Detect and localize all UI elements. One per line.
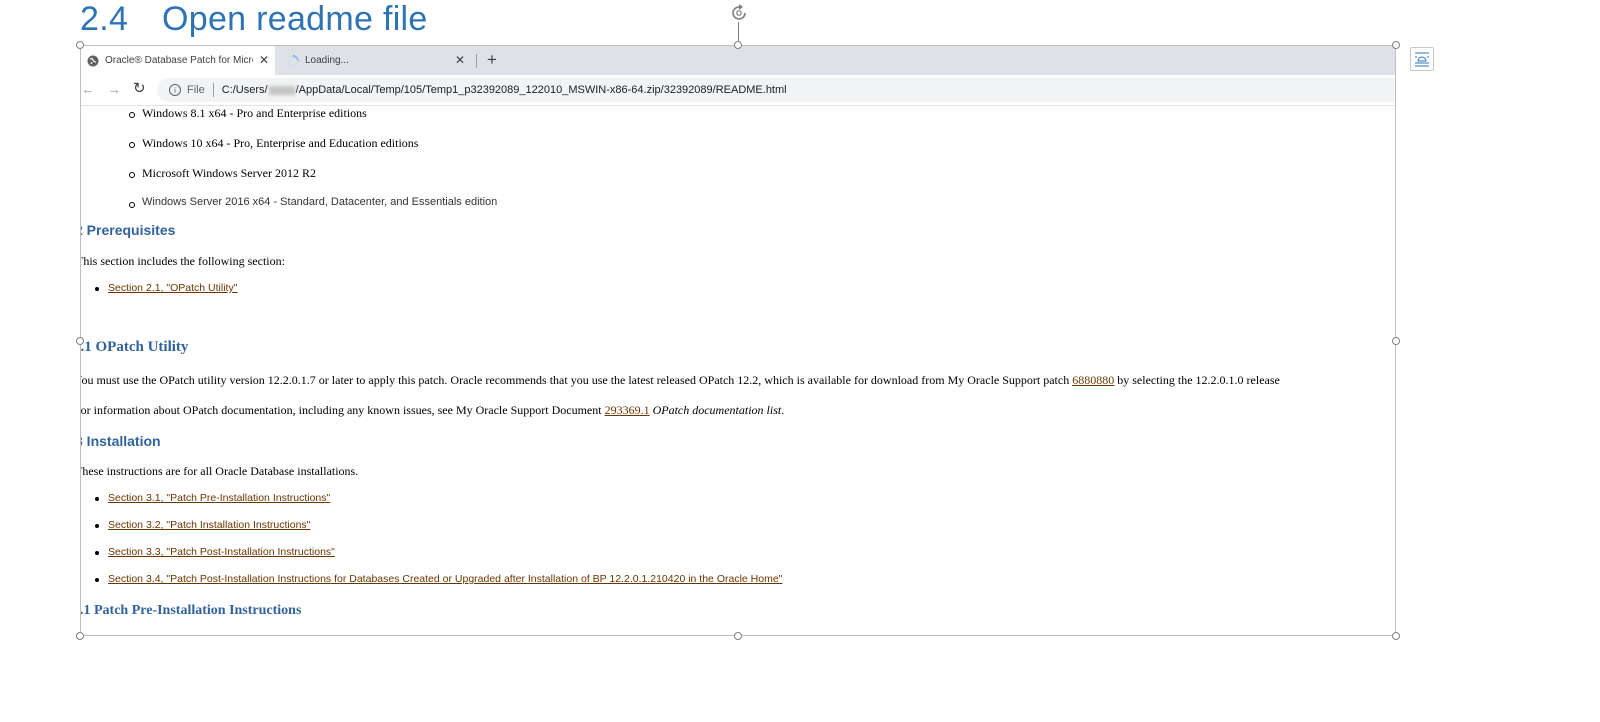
opatch-paragraph-1: You must use the OPatch utility version …: [81, 373, 1280, 387]
resize-handle-top-left[interactable]: [76, 41, 84, 49]
document-heading: 2.4 Open readme file: [80, 0, 428, 39]
list-item: Section 3.3, "Patch Post-Installation In…: [95, 546, 335, 558]
heading-title: Open readme file: [162, 0, 428, 38]
link-doc-293369[interactable]: 293369.1: [605, 403, 650, 417]
install-intro: These instructions are for all Oracle Da…: [81, 464, 359, 478]
loading-spinner-icon: [287, 54, 299, 66]
link-section-3-4[interactable]: Section 3.4, "Patch Post-Installation In…: [108, 573, 782, 585]
section-heading-opatch: 2.1 OPatch Utility: [81, 339, 189, 355]
tab-title: Loading...: [305, 55, 349, 66]
opatch-paragraph-2: For information about OPatch documentati…: [81, 403, 785, 417]
close-icon[interactable]: ✕: [455, 54, 465, 66]
resize-handle-bottom-right[interactable]: [1392, 632, 1400, 640]
list-item: Section 3.1, "Patch Pre-Installation Ins…: [94, 492, 330, 504]
link-patch-6880880[interactable]: 6880880: [1072, 373, 1114, 387]
link-section-3-3[interactable]: Section 3.3, "Patch Post-Installation In…: [108, 546, 335, 558]
section-heading-preinstall: 3.1 Patch Pre-Installation Instructions: [81, 603, 302, 618]
redacted-username: [268, 85, 295, 95]
tab-title: Oracle® Database Patch for Microsoft Win…: [105, 55, 253, 66]
browser-toolbar: ← → ↻ i File C:/Users//AppData/Local/Tem…: [81, 75, 1395, 106]
resize-handle-bottom-left[interactable]: [76, 632, 84, 640]
browser-tabstrip: Oracle® Database Patch for Microsoft Win…: [81, 46, 1395, 75]
link-section-3-1[interactable]: Section 3.1, "Patch Pre-Installation Ins…: [108, 492, 330, 504]
forward-icon[interactable]: →: [107, 81, 121, 97]
readme-page-content: Windows 8.1 x64 - Pro and Enterprise edi…: [81, 105, 1395, 635]
url-text: C:/Users//AppData/Local/Temp/105/Temp1_p…: [221, 84, 787, 96]
resize-handle-top-right[interactable]: [1392, 41, 1400, 49]
resize-handle-bottom[interactable]: [734, 632, 742, 640]
new-tab-icon[interactable]: +: [487, 50, 497, 70]
resize-handle-top[interactable]: [734, 41, 742, 49]
address-bar[interactable]: i File C:/Users//AppData/Local/Temp/105/…: [157, 78, 1395, 102]
layout-options-button[interactable]: [1410, 47, 1434, 71]
omnibox-divider: [212, 83, 214, 97]
layout-options-icon: [1415, 52, 1429, 67]
link-section-3-2[interactable]: Section 3.2, "Patch Installation Instruc…: [108, 519, 310, 531]
embedded-screenshot[interactable]: Oracle® Database Patch for Microsoft Win…: [80, 45, 1396, 636]
section-heading-installation: 3 Installation: [81, 433, 161, 449]
prereq-intro: This section includes the following sect…: [81, 254, 285, 268]
list-item: Section 2.1, "OPatch Utility": [94, 282, 237, 294]
list-item: Windows 10 x64 - Pro, Enterprise and Edu…: [128, 136, 419, 150]
list-item: Section 3.4, "Patch Post-Installation In…: [94, 573, 782, 585]
rotate-icon[interactable]: [728, 2, 750, 24]
tab-loading[interactable]: Loading... ✕: [281, 46, 471, 75]
tab-readme[interactable]: Oracle® Database Patch for Microsoft Win…: [81, 46, 275, 75]
resize-handle-left[interactable]: [76, 337, 84, 345]
globe-icon: [87, 55, 99, 66]
heading-number: 2.4: [80, 0, 129, 38]
back-icon[interactable]: ←: [81, 81, 95, 97]
list-item: Microsoft Windows Server 2012 R2: [129, 166, 316, 180]
scheme-label: File: [187, 84, 205, 96]
section-heading-prerequisites: 2 Prerequisites: [81, 222, 176, 238]
info-icon[interactable]: i: [169, 84, 181, 96]
tab-separator: [476, 54, 477, 68]
list-item: Windows 8.1 x64 - Pro and Enterprise edi…: [129, 106, 367, 120]
link-opatch-utility[interactable]: Section 2.1, "OPatch Utility": [108, 282, 237, 294]
list-item: Section 3.2, "Patch Installation Instruc…: [94, 519, 310, 531]
rotate-stem: [738, 22, 739, 41]
close-icon[interactable]: ✕: [259, 54, 269, 66]
resize-handle-right[interactable]: [1392, 337, 1400, 345]
list-item: Windows Server 2016 x64 - Standard, Data…: [128, 196, 498, 208]
reload-icon[interactable]: ↻: [133, 79, 146, 97]
